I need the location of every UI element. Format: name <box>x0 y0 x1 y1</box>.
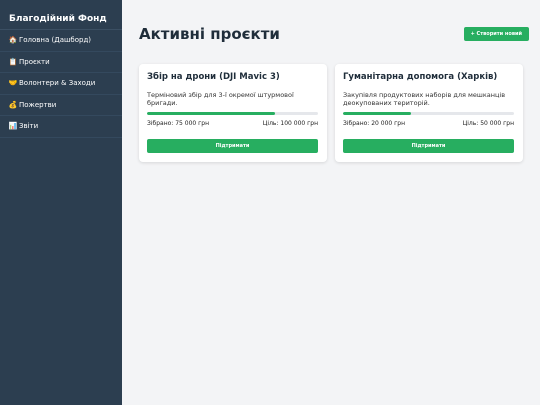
sidebar-item-donations[interactable]: 💰 Пожертви <box>0 95 122 116</box>
project-card: Збір на дрони (DJI Mavic 3) Терміновий з… <box>139 64 327 162</box>
sidebar: Благодійний Фонд 🏠 Головна (Дашборд) 📋 П… <box>0 0 122 405</box>
sidebar-nav: 🏠 Головна (Дашборд) 📋 Проєкти 🤝 Волонтер… <box>0 30 122 138</box>
sidebar-item-label: Головна (Дашборд) <box>19 36 92 45</box>
sidebar-item-volunteers[interactable]: 🤝 Волонтери & Заходи <box>0 73 122 95</box>
project-title: Гуманітарна допомога (Харків) <box>343 72 498 82</box>
support-button[interactable]: Підтримати <box>147 139 318 153</box>
main-content: Активні проєкти + Створити новий Збір на… <box>122 0 540 405</box>
sidebar-item-label: Пожертви <box>19 100 57 109</box>
page-title: Активні проєкти <box>139 25 280 43</box>
goal-amount: Ціль: 100 000 грн <box>262 120 318 127</box>
money-bag-icon: 💰 <box>8 100 18 109</box>
progress-bar-fill <box>343 112 412 115</box>
brand: Благодійний Фонд <box>0 0 122 30</box>
home-icon: 🏠 <box>8 36 18 45</box>
sidebar-item-projects[interactable]: 📋 Проєкти <box>0 52 122 73</box>
sidebar-item-dashboard[interactable]: 🏠 Головна (Дашборд) <box>0 30 122 52</box>
project-cards: Збір на дрони (DJI Mavic 3) Терміновий з… <box>139 64 523 162</box>
project-description: Терміновий збір для 3-ї окремої штурмово… <box>147 91 294 107</box>
clipboard-icon: 📋 <box>8 57 18 66</box>
sidebar-item-label: Звіти <box>19 122 39 131</box>
progress-bar <box>343 112 514 115</box>
sidebar-item-label: Проєкти <box>19 57 50 66</box>
sidebar-item-label: Волонтери & Заходи <box>19 79 96 88</box>
handshake-icon: 🤝 <box>8 79 18 88</box>
create-project-button[interactable]: + Створити новий <box>463 27 529 41</box>
project-stats: Зібрано: 20 000 грн Ціль: 50 000 грн <box>343 120 514 127</box>
chart-icon: 📊 <box>8 122 18 131</box>
project-stats: Зібрано: 75 000 грн Ціль: 100 000 грн <box>147 120 318 127</box>
project-description: Закупівля продуктових наборів для мешкан… <box>343 91 506 107</box>
collected-amount: Зібрано: 20 000 грн <box>343 120 406 127</box>
progress-bar <box>147 112 318 115</box>
support-button[interactable]: Підтримати <box>343 139 514 153</box>
project-card: Гуманітарна допомога (Харків) Закупівля … <box>335 64 523 162</box>
sidebar-item-reports[interactable]: 📊 Звіти <box>0 116 122 138</box>
collected-amount: Зібрано: 75 000 грн <box>147 120 210 127</box>
goal-amount: Ціль: 50 000 грн <box>462 120 514 127</box>
brand-title: Благодійний Фонд <box>9 14 107 24</box>
project-title: Збір на дрони (DJI Mavic 3) <box>147 72 280 82</box>
progress-bar-fill <box>147 112 276 115</box>
